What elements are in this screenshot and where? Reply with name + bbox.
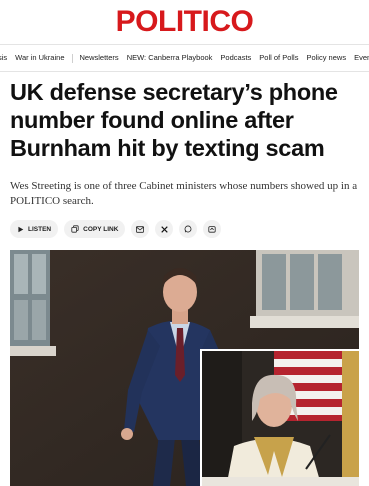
nav-item-events[interactable]: Events (350, 52, 369, 64)
politico-logo[interactable]: POLITICO (116, 5, 254, 39)
article-dek: Wes Streeting is one of three Cabinet mi… (10, 180, 358, 207)
email-share-button[interactable] (131, 220, 150, 238)
section-nav: sis War in Ukraine Newsletters NEW: Canb… (0, 44, 369, 72)
copy-link-button[interactable]: COPY LINK (64, 220, 126, 238)
whatsapp-share-button[interactable] (179, 220, 198, 238)
whatsapp-icon (184, 225, 192, 233)
copy-icon (71, 225, 79, 233)
masthead: POLITICO (0, 0, 369, 44)
nav-item-war-in-ukraine[interactable]: War in Ukraine (11, 52, 68, 64)
listen-label: LISTEN (28, 225, 52, 233)
article-headline: UK defense secretary’s phone number foun… (10, 79, 338, 161)
nav-item-podcasts[interactable]: Podcasts (216, 52, 255, 64)
nav-item-poll-of-polls[interactable]: Poll of Polls (255, 52, 302, 64)
woman-speaking-at-podium-photo (202, 351, 359, 486)
nav-item-newsletters[interactable]: Newsletters (76, 52, 123, 64)
more-share-button[interactable] (203, 220, 222, 238)
play-icon (18, 226, 24, 232)
listen-button[interactable]: LISTEN (10, 220, 59, 238)
email-icon (136, 225, 145, 233)
copy-link-label: COPY LINK (83, 225, 119, 233)
article-actions: LISTEN COPY LINK (10, 219, 222, 239)
nav-item-sis[interactable]: sis (0, 52, 11, 64)
nav-item-canberra-playbook[interactable]: NEW: Canberra Playbook (123, 52, 217, 64)
article-inset-image (200, 349, 359, 486)
x-icon (161, 225, 168, 233)
nav-item-policy-news[interactable]: Policy news (302, 52, 350, 64)
x-share-button[interactable] (155, 220, 174, 238)
nav-divider (71, 53, 73, 63)
share-icon (208, 226, 217, 233)
